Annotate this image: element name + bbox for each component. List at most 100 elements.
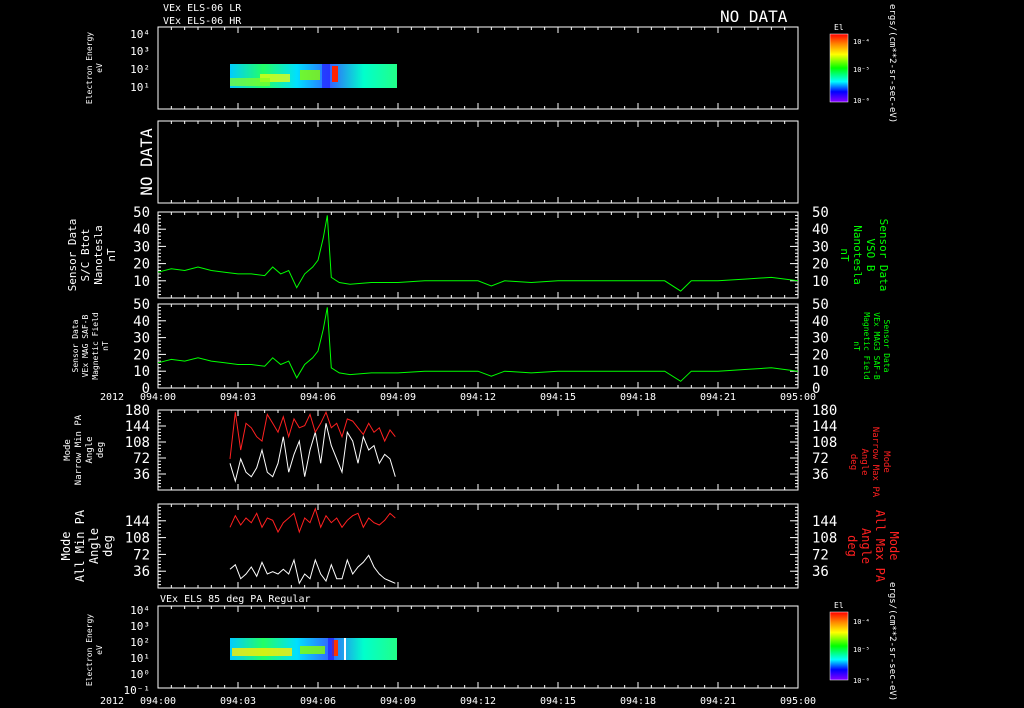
- time-tick-label: 094:06: [300, 696, 336, 707]
- panel-6-frame: [157, 503, 799, 589]
- ytick-label-left: 36: [133, 564, 150, 580]
- colorbar-top-tick-2: 10⁻⁶: [853, 97, 870, 105]
- ytick-label-right: 40: [812, 222, 829, 238]
- colorbar-bottom: El 10⁻⁴ 10⁻⁵ 10⁻⁶: [829, 601, 870, 685]
- ytick-label-left: 108: [125, 435, 150, 451]
- p4-ylabel-1: VEx MAG SAF-B: [81, 315, 90, 378]
- ytick-label-left: 10: [133, 364, 150, 380]
- p1-ytick-1: 10³: [130, 45, 150, 58]
- p6-rlabel-1: All Max PA: [873, 510, 887, 583]
- p3-rlabel-3: nT: [838, 248, 851, 262]
- year-label-mid: 2012: [100, 392, 124, 403]
- ytick-label-right: 36: [812, 564, 829, 580]
- ytick-label-right: 72: [812, 451, 829, 467]
- p5-ylabel-1: Narrow Min PA: [74, 414, 84, 485]
- p7-ytick-0: 10⁴: [130, 604, 150, 617]
- p7-ytick-1: 10³: [130, 620, 150, 633]
- p7-ylabel-1: eV: [95, 645, 104, 655]
- colorbar-bottom-units: ergs/(cm**2-sr-sec-eV): [887, 582, 897, 701]
- p3-rlabel-2: Nanotesla: [851, 225, 864, 285]
- p3-ylabel-3: nT: [105, 248, 118, 262]
- heatmap-7: [230, 638, 397, 660]
- time-tick-label: 094:21: [700, 696, 736, 707]
- p7-ytick-2: 10²: [130, 636, 150, 649]
- p3-rlabel-0: Sensor Data: [877, 219, 890, 292]
- panel-2-frame: [157, 120, 799, 204]
- series-line-4-0: [229, 423, 396, 484]
- p3-ylabel-0: Sensor Data: [66, 219, 79, 292]
- time-tick-label: 094:06: [300, 392, 336, 403]
- colorbar-top: El 10⁻⁴ 10⁻⁵ 10⁻⁶: [829, 23, 870, 105]
- series-line-2-0: [157, 215, 799, 292]
- p1-ytick-3: 10¹: [130, 81, 150, 94]
- p1-ylabel-1: eV: [95, 63, 104, 73]
- p5-ylabel-2: Angle: [85, 436, 95, 463]
- p2-no-data: NO DATA: [137, 128, 156, 196]
- p4-rlabel-0: Sensor Data: [882, 320, 891, 373]
- colorbar-top-units: ergs/(cm**2-sr-sec-eV): [887, 4, 897, 123]
- ytick-label-right: 50: [812, 297, 829, 313]
- time-tick-label: 094:03: [220, 696, 256, 707]
- p6-ylabel-3: deg: [101, 535, 115, 557]
- ytick-label-left: 10: [133, 274, 150, 290]
- series-line-5-1: [229, 507, 396, 534]
- ytick-label-right: 180: [812, 403, 837, 419]
- colorbar-bottom-label: El: [834, 601, 844, 610]
- ytick-label-left: 20: [133, 347, 150, 363]
- ytick-label-right: 40: [812, 314, 829, 330]
- p1-ylabel-0: Electron Energy: [85, 32, 94, 104]
- time-tick-label: 094:15: [540, 696, 576, 707]
- p7-title: VEx ELS 85 deg PA Regular: [160, 594, 311, 605]
- p4-rlabel-1: VEx MAG3 SAF-B: [872, 312, 881, 380]
- p5-rlabel-3: deg: [848, 454, 858, 470]
- time-tick-label: 095:00: [780, 696, 816, 707]
- ytick-label-right: 10: [812, 364, 829, 380]
- p6-ylabel-0: Mode: [59, 532, 73, 561]
- ytick-label-left: 108: [125, 531, 150, 547]
- p3-rlabel-1: VSO B: [864, 238, 877, 271]
- colorbar-top-tick-1: 10⁻⁵: [853, 66, 870, 74]
- p5-rlabel-0: Mode: [881, 451, 891, 473]
- p1-ytick-2: 10²: [130, 63, 150, 76]
- ytick-label-left: 50: [133, 297, 150, 313]
- ytick-label-left: 36: [133, 467, 150, 483]
- p6-rlabel-2: Angle: [859, 528, 873, 564]
- panel-3-frame: [157, 211, 799, 299]
- ytick-label-right: 30: [812, 331, 829, 347]
- header-line1: VEx ELS-06 LR: [163, 3, 242, 14]
- ytick-label-left: 30: [133, 331, 150, 347]
- p6-rlabel-3: deg: [845, 535, 859, 557]
- ytick-label-left: 50: [133, 205, 150, 221]
- ytick-label-right: 72: [812, 547, 829, 563]
- heatmap-1: [230, 64, 397, 88]
- ytick-label-left: 30: [133, 239, 150, 255]
- time-tick-label: 094:00: [140, 696, 176, 707]
- ytick-label-left: 40: [133, 222, 150, 238]
- ytick-label-left: 0: [142, 381, 150, 397]
- p7-ytick-4: 10⁰: [130, 668, 150, 681]
- p5-ylabel-0: Mode: [63, 439, 73, 461]
- p4-ylabel-3: nT: [101, 341, 110, 351]
- ytick-label-right: 50: [812, 205, 829, 221]
- time-tick-label: 094:18: [620, 696, 656, 707]
- time-tick-label: 094:18: [620, 392, 656, 403]
- p6-rlabel-0: Mode: [887, 532, 901, 561]
- p7-ylabel-0: Electron Energy: [85, 614, 94, 686]
- colorbar-top-label: El: [834, 23, 844, 32]
- colorbar-bottom-tick-2: 10⁻⁶: [853, 677, 870, 685]
- time-tick-label: 094:03: [220, 392, 256, 403]
- ytick-label-left: 72: [133, 451, 150, 467]
- p5-ylabel-3: deg: [96, 442, 106, 458]
- ytick-label-left: 72: [133, 547, 150, 563]
- colorbar-top-tick-0: 10⁻⁴: [853, 38, 870, 46]
- ytick-label-left: 20: [133, 257, 150, 273]
- p6-ylabel-1: All Min PA: [73, 509, 87, 582]
- no-data-label: NO DATA: [720, 7, 788, 26]
- series-line-4-1: [229, 410, 396, 459]
- colorbar-bottom-tick-0: 10⁻⁴: [853, 618, 870, 626]
- panel-4-frame: [157, 303, 799, 389]
- ytick-label-right: 0: [812, 381, 820, 397]
- series-line-5-0: [229, 554, 396, 585]
- plot-area: VEx ELS-06 LR VEx ELS-06 HR NO DATA El 1…: [59, 3, 901, 707]
- ytick-label-left: 144: [125, 419, 150, 435]
